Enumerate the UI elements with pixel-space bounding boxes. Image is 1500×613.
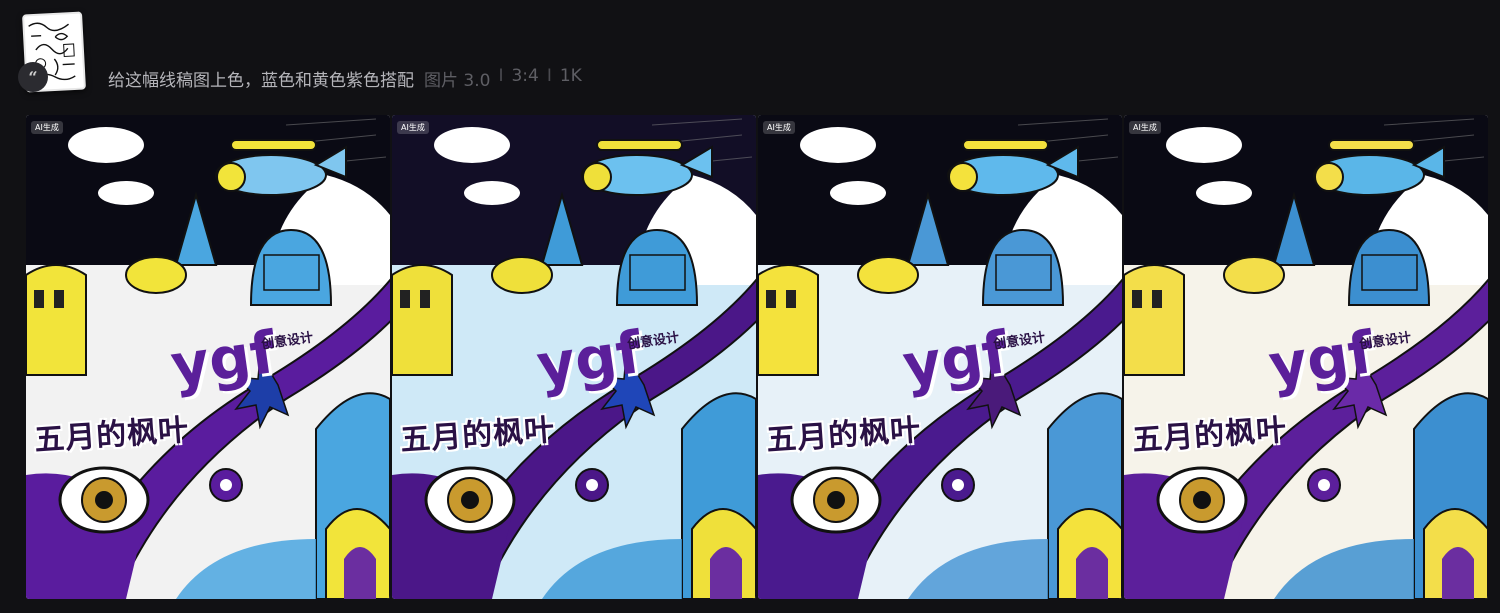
generated-image-card[interactable]: AI生成 ygf 创意设计 五月的枫叶 (26, 115, 390, 599)
ai-generated-badge: AI生成 (31, 121, 63, 134)
prompt-text: 给这幅线稿图上色，蓝色和黄色紫色搭配 (108, 70, 414, 91)
model-type: 图片 3.0 (424, 70, 491, 91)
meta-separator: I (546, 65, 552, 86)
ai-generated-badge: AI生成 (763, 121, 795, 134)
poster-brand: ygf (166, 318, 280, 400)
generated-image-card[interactable]: AI生成 ygf 创意设计 五月的枫叶 (1124, 115, 1488, 599)
quote-icon: “ (18, 62, 48, 92)
generated-image-card[interactable]: AI生成 ygf 创意设计 五月的枫叶 (392, 115, 756, 599)
generated-image-card[interactable]: AI生成 ygf 创意设计 五月的枫叶 (758, 115, 1122, 599)
aspect-ratio: 3:4 (511, 65, 539, 86)
resolution: 1K (559, 65, 582, 86)
prompt-row: 给这幅线稿图上色，蓝色和黄色紫色搭配 图片 3.0 I 3:4 I 1K (108, 66, 582, 91)
ai-generated-badge: AI生成 (397, 121, 429, 134)
ai-generated-badge: AI生成 (1129, 121, 1161, 134)
poster-brand: ygf (898, 318, 1012, 400)
generated-images-grid: AI生成 ygf 创意设计 五月的枫叶 AI生成 ygf 创意设计 五月的枫叶 … (26, 115, 1488, 599)
poster-brand: ygf (532, 318, 646, 400)
generation-meta: 图片 3.0 I 3:4 I 1K (424, 66, 582, 91)
meta-separator: I (498, 65, 504, 86)
poster-brand: ygf (1264, 318, 1378, 400)
